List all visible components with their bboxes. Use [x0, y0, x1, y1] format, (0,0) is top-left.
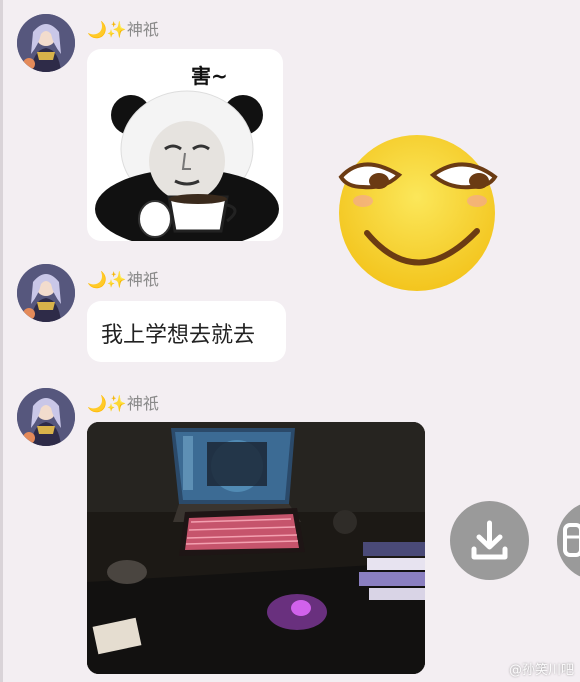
- text-bubble[interactable]: 我上学想去就去: [87, 301, 286, 362]
- next-icon: [563, 523, 580, 557]
- message-text: 我上学想去就去: [101, 323, 256, 348]
- sender-name: 🌙✨神祇: [87, 20, 159, 39]
- sender-name: 🌙✨神祇: [87, 394, 159, 413]
- sender-name: 🌙✨神祇: [87, 270, 159, 289]
- sticker-bubble[interactable]: 害~: [87, 49, 283, 241]
- left-edge-divider: [0, 0, 3, 682]
- smirking-face-icon: [333, 123, 501, 291]
- avatar[interactable]: [17, 388, 75, 446]
- photo-bubble[interactable]: [87, 422, 425, 674]
- avatar[interactable]: [17, 264, 75, 322]
- laptop-photo: [87, 422, 425, 674]
- download-button[interactable]: [450, 501, 529, 580]
- next-button[interactable]: [557, 501, 580, 580]
- download-icon: [471, 520, 508, 560]
- svg-text:害~: 害~: [191, 64, 228, 88]
- panda-sticker: 害~: [95, 64, 279, 241]
- avatar[interactable]: [17, 14, 75, 72]
- watermark: @孙笑川吧: [508, 663, 574, 678]
